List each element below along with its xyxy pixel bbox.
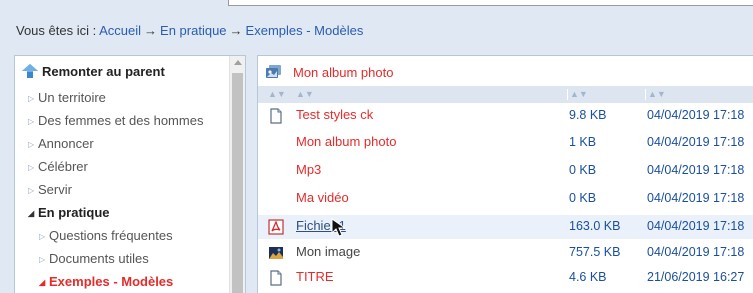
sidebar-item-label: Célébrer bbox=[38, 159, 88, 174]
document-icon bbox=[270, 270, 282, 286]
album-title: Mon album photo bbox=[293, 65, 394, 80]
file-date: 04/04/2019 17:18 bbox=[647, 219, 745, 233]
sidebar-item-label: Des femmes et des hommes bbox=[38, 113, 204, 128]
sidebar-item-celebrer[interactable]: ▷ Célébrer bbox=[28, 157, 88, 177]
collapse-arrow-icon: ◢ bbox=[39, 278, 46, 287]
sidebar-item-label: Questions fréquentes bbox=[49, 228, 173, 243]
file-size: 163.0 KB bbox=[569, 219, 621, 233]
sidebar-item-annoncer[interactable]: ▷ Annoncer bbox=[28, 134, 94, 154]
table-row[interactable]: Test styles ck 9.8 KB 04/04/2019 17:18 bbox=[258, 104, 753, 128]
file-size: 9.8 KB bbox=[569, 108, 607, 122]
table-row[interactable]: Ma vidéo 0 KB 04/04/2019 17:18 bbox=[258, 187, 753, 211]
sidebar-item-documents[interactable]: ▷ Documents utiles bbox=[39, 249, 149, 269]
expand-arrow-icon: ▷ bbox=[28, 163, 35, 172]
album-icon bbox=[266, 65, 281, 78]
sort-icon[interactable]: ▲▼ bbox=[296, 86, 314, 103]
file-panel: Mon album photo ▲▼ ▲▼ ▲▼ ▲▼ Test styles … bbox=[257, 55, 753, 293]
breadcrumb-arrow: → bbox=[144, 23, 158, 38]
expand-arrow-icon: ▷ bbox=[28, 140, 35, 149]
album-header[interactable]: Mon album photo bbox=[266, 63, 393, 83]
parent-link[interactable]: Remonter au parent bbox=[22, 62, 165, 82]
expand-arrow-icon: ▷ bbox=[28, 94, 35, 103]
file-date: 21/06/2019 16:27 bbox=[647, 270, 745, 284]
sidebar-item-des-femmes[interactable]: ▷ Des femmes et des hommes bbox=[28, 111, 203, 131]
expand-arrow-icon: ▷ bbox=[28, 186, 35, 195]
file-date: 04/04/2019 17:18 bbox=[647, 108, 745, 122]
table-row[interactable]: TITRE 4.6 KB 21/06/2019 16:27 bbox=[258, 266, 753, 290]
mouse-cursor-icon bbox=[331, 218, 347, 237]
vertical-scrollbar[interactable] bbox=[229, 56, 245, 293]
scrollbar-thumb[interactable] bbox=[232, 73, 243, 293]
scroll-up-icon[interactable] bbox=[234, 60, 242, 65]
breadcrumb-link-en-pratique[interactable]: En pratique bbox=[160, 23, 227, 38]
table-row[interactable]: Mon image 757.5 KB 04/04/2019 17:18 bbox=[258, 241, 753, 265]
sidebar-item-label: Un territoire bbox=[38, 90, 106, 105]
file-size: 4.6 KB bbox=[569, 270, 607, 284]
sort-icon[interactable]: ▲▼ bbox=[648, 86, 666, 103]
file-date: 04/04/2019 17:18 bbox=[647, 135, 745, 149]
pdf-icon bbox=[268, 219, 284, 235]
table-row[interactable]: Fichier 1 163.0 KB 04/04/2019 17:18 bbox=[258, 215, 753, 239]
table-row[interactable]: Mp3 0 KB 04/04/2019 17:18 bbox=[258, 159, 753, 183]
breadcrumb-link-accueil[interactable]: Accueil bbox=[99, 23, 141, 38]
document-icon bbox=[270, 108, 282, 124]
sidebar-item-label: Annoncer bbox=[38, 136, 94, 151]
file-size: 0 KB bbox=[569, 163, 597, 177]
arrow-up-icon bbox=[22, 64, 38, 78]
top-strip bbox=[0, 0, 753, 10]
file-name[interactable]: Mp3 bbox=[296, 159, 321, 183]
table-row[interactable]: Mon album photo 1 KB 04/04/2019 17:18 bbox=[258, 131, 753, 155]
collapse-arrow-icon: ◢ bbox=[28, 209, 35, 218]
sidebar-item-label: Servir bbox=[38, 182, 72, 197]
file-name[interactable]: Test styles ck bbox=[296, 104, 373, 128]
breadcrumb-prefix: Vous êtes ici : bbox=[16, 23, 97, 38]
navigation-panel: Remonter au parent ▷ Un territoire ▷ Des f… bbox=[14, 55, 246, 293]
column-divider bbox=[567, 89, 568, 100]
file-name[interactable]: Mon image bbox=[296, 241, 360, 265]
breadcrumb-arrow: → bbox=[229, 23, 243, 38]
image-icon bbox=[269, 247, 283, 259]
sidebar-item-un-territoire[interactable]: ▷ Un territoire bbox=[28, 88, 106, 108]
sort-icon[interactable]: ▲▼ bbox=[268, 86, 286, 103]
file-size: 1 KB bbox=[569, 135, 597, 149]
sidebar-item-exemples[interactable]: ◢ Exemples - Modèles bbox=[39, 272, 173, 292]
file-name[interactable]: Mon album photo bbox=[296, 131, 396, 155]
sidebar-item-en-pratique[interactable]: ◢ En pratique bbox=[28, 203, 110, 223]
breadcrumb: Vous êtes ici : Accueil → En pratique → Exem… bbox=[16, 22, 363, 40]
file-name[interactable]: Ma vidéo bbox=[296, 187, 349, 211]
expand-arrow-icon: ▷ bbox=[39, 255, 46, 264]
file-date: 04/04/2019 17:18 bbox=[647, 245, 745, 259]
breadcrumb-link-exemples[interactable]: Exemples - Modèles bbox=[246, 23, 364, 38]
file-size: 0 KB bbox=[569, 191, 597, 205]
file-size: 757.5 KB bbox=[569, 245, 621, 259]
expand-arrow-icon: ▷ bbox=[28, 117, 35, 126]
parent-link-label: Remonter au parent bbox=[42, 64, 165, 79]
expand-arrow-icon: ▷ bbox=[39, 232, 46, 241]
sidebar-item-label: En pratique bbox=[38, 205, 110, 220]
sidebar-item-label: Exemples - Modèles bbox=[49, 274, 174, 289]
sort-icon[interactable]: ▲▼ bbox=[570, 86, 588, 103]
sidebar-item-label: Documents utiles bbox=[49, 251, 149, 266]
sidebar-item-servir[interactable]: ▷ Servir bbox=[28, 180, 72, 200]
file-date: 04/04/2019 17:18 bbox=[647, 163, 745, 177]
top-bar bbox=[228, 0, 753, 6]
table-header: ▲▼ ▲▼ ▲▼ ▲▼ bbox=[258, 86, 753, 103]
file-name[interactable]: TITRE bbox=[296, 266, 334, 290]
file-date: 04/04/2019 17:18 bbox=[647, 191, 745, 205]
column-divider bbox=[645, 89, 646, 100]
sidebar-item-questions[interactable]: ▷ Questions fréquentes bbox=[39, 226, 173, 246]
